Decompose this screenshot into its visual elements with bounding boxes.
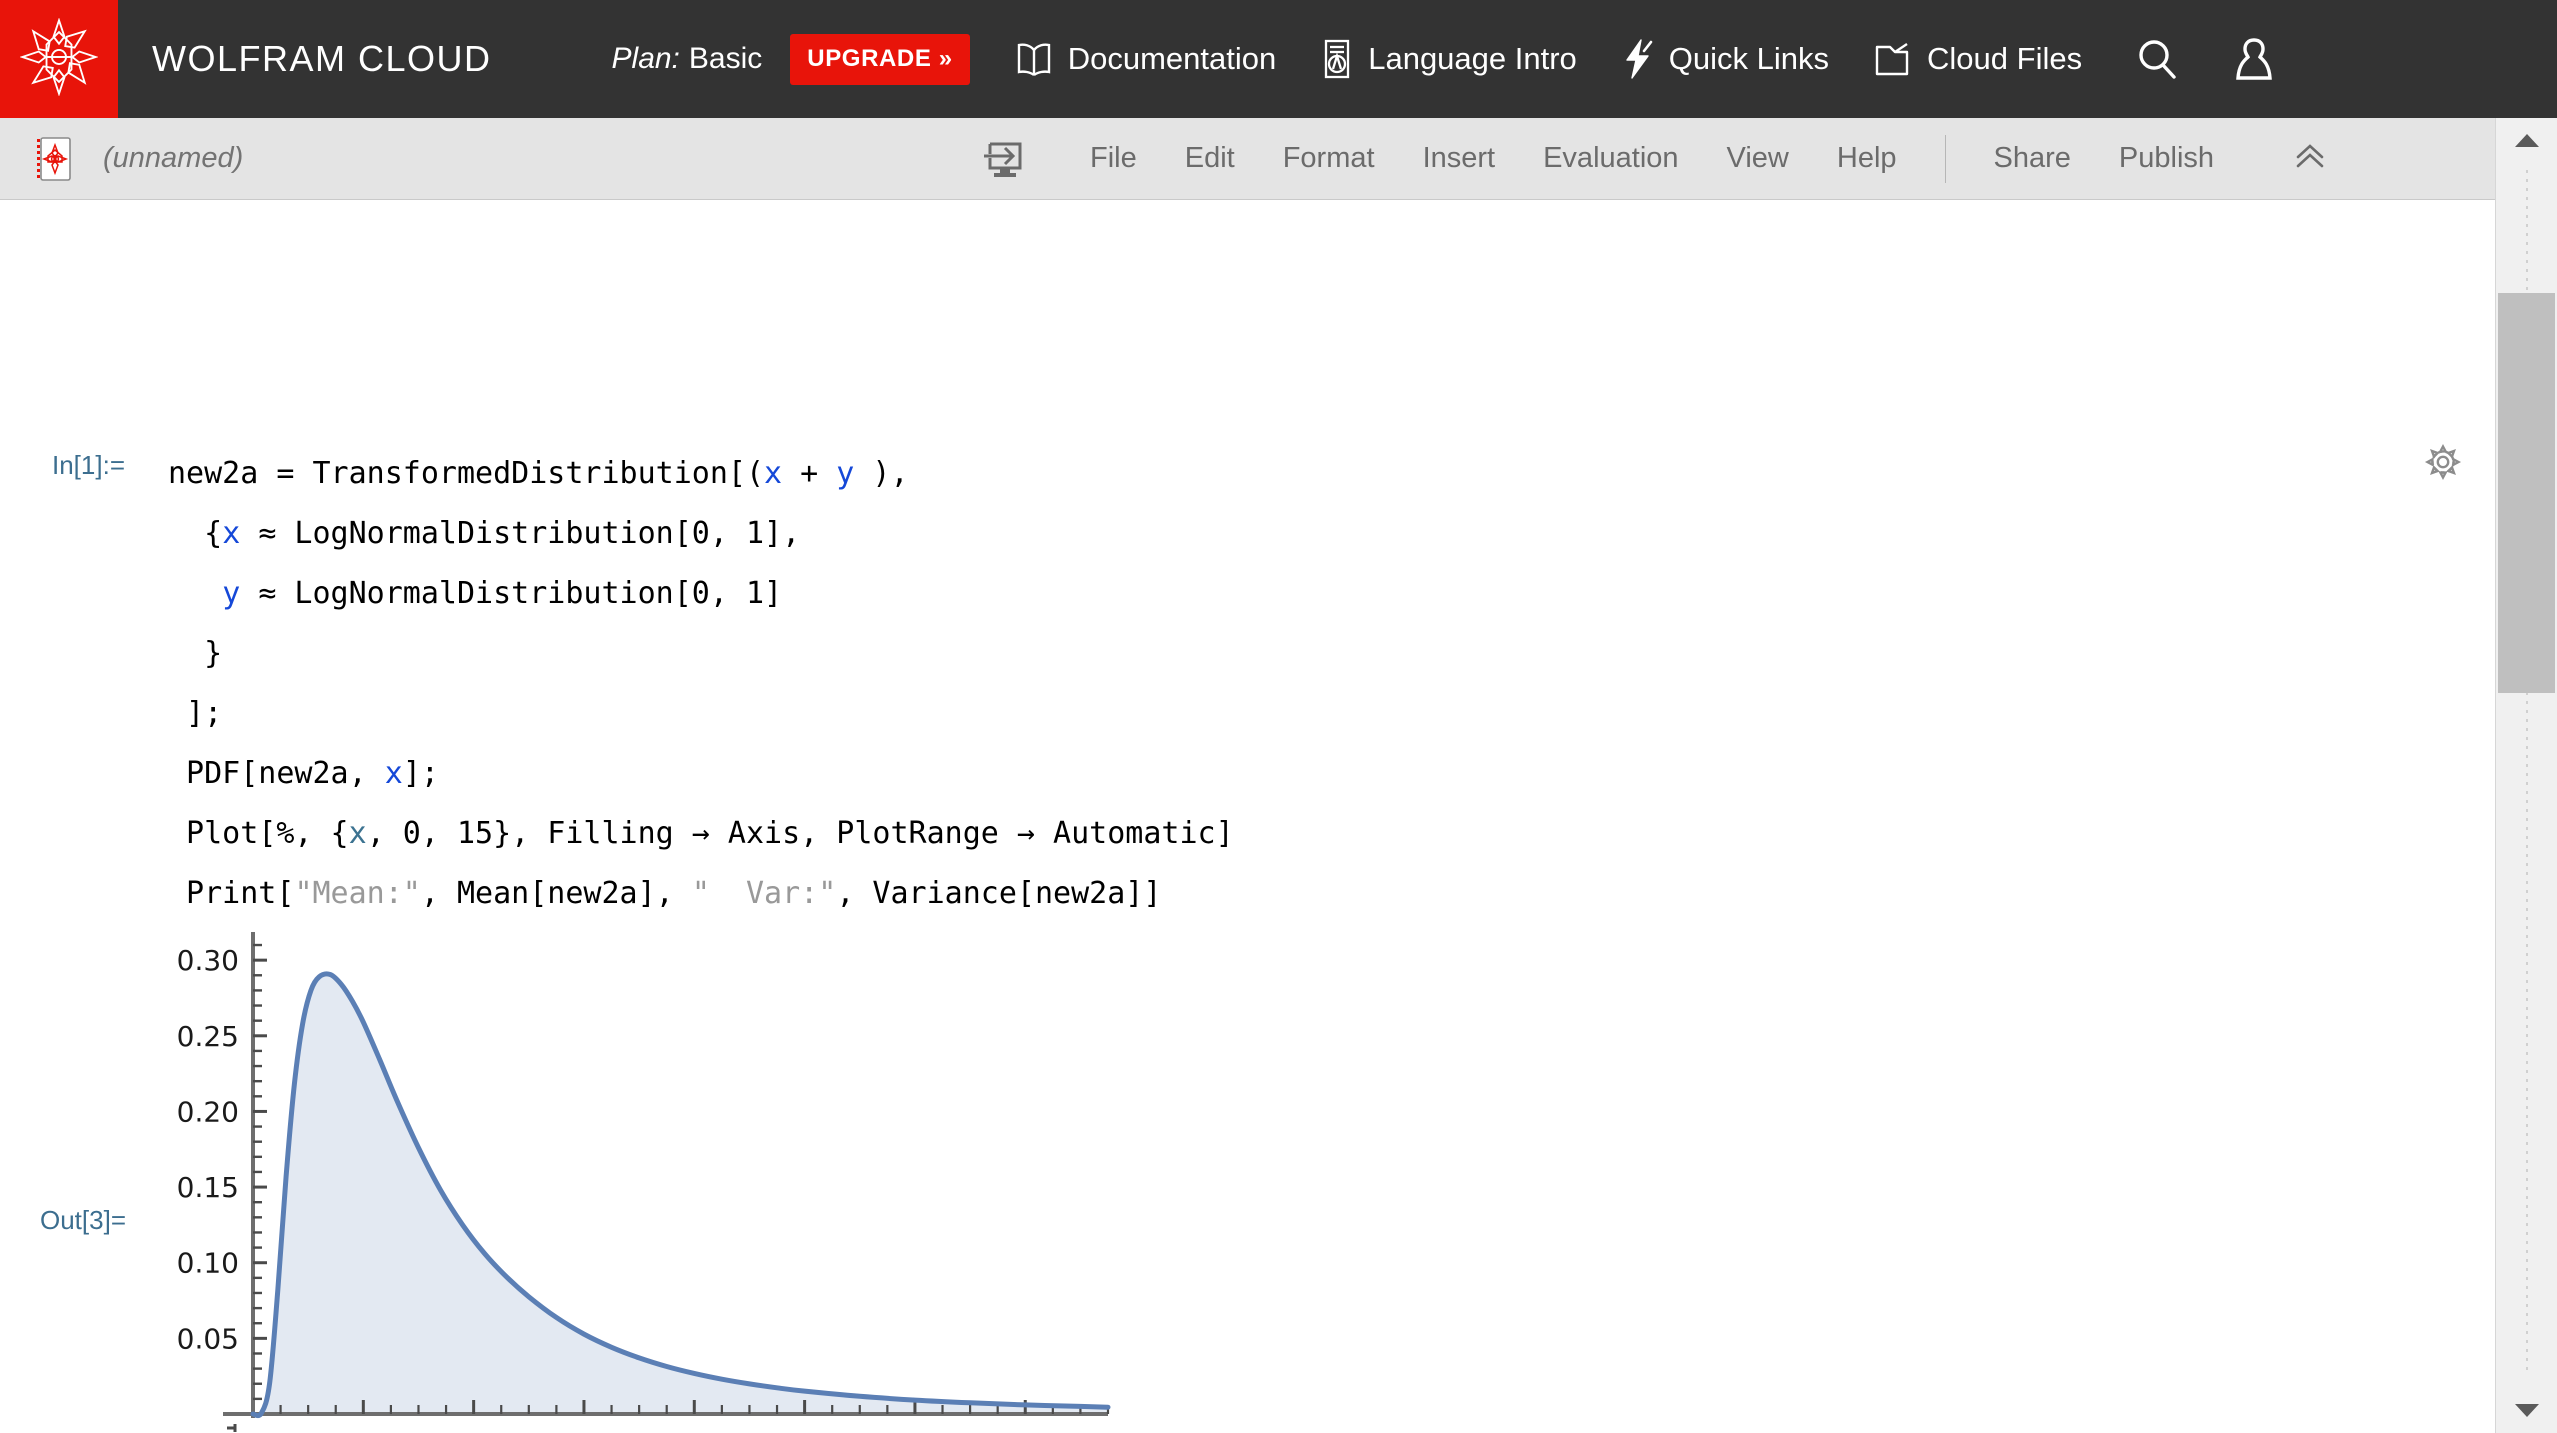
code-line: } — [168, 636, 223, 671]
publish-button[interactable]: Publish — [2119, 142, 2214, 175]
menu-edit[interactable]: Edit — [1185, 142, 1235, 175]
gear-icon[interactable] — [2424, 443, 2462, 486]
code-line: Plot[%, {x, 0, 15}, Filling → Axis, Plot… — [168, 816, 1234, 851]
plan-indicator: Plan: Basic — [612, 42, 763, 76]
svg-text:0.10: 0.10 — [177, 1247, 239, 1280]
language-intro-icon — [1320, 39, 1354, 79]
notebook-title[interactable]: (unnamed) — [103, 142, 243, 175]
brand-title: WOLFRAM CLOUD — [152, 38, 492, 79]
share-button[interactable]: Share — [1994, 142, 2071, 175]
code-line: ]; — [168, 696, 223, 731]
output-label: Out[3]= — [40, 1205, 126, 1235]
top-header-bar: WOLFRAM CLOUD Plan: Basic UPGRADE » Docu… — [0, 0, 2557, 118]
menu-insert[interactable]: Insert — [1423, 142, 1496, 175]
svg-text:0.15: 0.15 — [177, 1171, 239, 1204]
wolfram-spikey-icon — [19, 16, 99, 101]
triangle-down-icon[interactable] — [2496, 1389, 2557, 1433]
book-icon — [1014, 41, 1054, 77]
menu-help[interactable]: Help — [1837, 142, 1897, 175]
pdf-plot-svg: 0.050.100.150.200.250.302468101214 — [177, 932, 1111, 1432]
code-cell-input[interactable]: new2a = TransformedDistribution[(x + y )… — [168, 444, 1234, 924]
wolfram-logo-tile[interactable] — [0, 0, 118, 118]
search-icon[interactable] — [2134, 36, 2180, 82]
nav-quick-links[interactable]: Quick Links — [1621, 39, 1829, 79]
vertical-scrollbar[interactable] — [2495, 118, 2557, 1433]
upgrade-button[interactable]: UPGRADE » — [790, 33, 970, 85]
code-line: {x ≈ LogNormalDistribution[0, 1], — [168, 516, 801, 551]
nav-language-intro[interactable]: Language Intro — [1320, 39, 1577, 79]
output-plot: 0.050.100.150.200.250.302468101214 — [168, 928, 1128, 1432]
scrollbar-thumb[interactable] — [2498, 293, 2555, 693]
toolbar-divider — [1944, 134, 1946, 183]
notebook-body: In[1]:= Out[3]= new2a = TransformedDistr… — [0, 200, 2557, 1432]
nav-cloud-files-label: Cloud Files — [1927, 41, 2083, 76]
notebook-menu-bar: File Edit Format Insert Evaluation View … — [1090, 134, 2328, 183]
deploy-to-screen-icon[interactable] — [982, 135, 1028, 183]
menu-format[interactable]: Format — [1283, 142, 1375, 175]
menu-evaluation[interactable]: Evaluation — [1543, 142, 1678, 175]
code-line: y ≈ LogNormalDistribution[0, 1] — [222, 576, 783, 611]
svg-text:0.05: 0.05 — [177, 1322, 239, 1355]
plan-value: Basic — [688, 42, 763, 75]
notebook-toolbar: (unnamed) File Edit Format Insert Evalua… — [0, 118, 2557, 200]
wolfram-notebook-icon[interactable] — [34, 136, 74, 181]
code-line: new2a = TransformedDistribution[(x + y )… — [168, 456, 909, 491]
input-label: In[1]:= — [52, 450, 125, 480]
lightning-icon — [1621, 39, 1655, 79]
nav-cloud-files[interactable]: Cloud Files — [1873, 40, 2082, 78]
svg-text:0.20: 0.20 — [177, 1095, 239, 1128]
nav-quick-links-label: Quick Links — [1668, 41, 1830, 76]
code-line: Print["Mean:", Mean[new2a], " Var:", Var… — [168, 876, 1162, 911]
svg-text:0.25: 0.25 — [177, 1020, 239, 1053]
chevron-double-up-icon[interactable] — [2292, 141, 2328, 177]
nav-documentation[interactable]: Documentation — [1014, 41, 1277, 77]
svg-text:0.30: 0.30 — [177, 944, 239, 977]
code-line: PDF[new2a, x]; — [168, 756, 439, 791]
plan-label: Plan: — [611, 42, 680, 75]
folder-icon — [1873, 40, 1913, 78]
nav-documentation-label: Documentation — [1067, 41, 1277, 76]
nav-language-intro-label: Language Intro — [1368, 41, 1577, 76]
triangle-up-icon[interactable] — [2496, 118, 2557, 162]
user-icon[interactable] — [2232, 36, 2276, 82]
menu-view[interactable]: View — [1727, 142, 1789, 175]
menu-file[interactable]: File — [1090, 142, 1137, 175]
